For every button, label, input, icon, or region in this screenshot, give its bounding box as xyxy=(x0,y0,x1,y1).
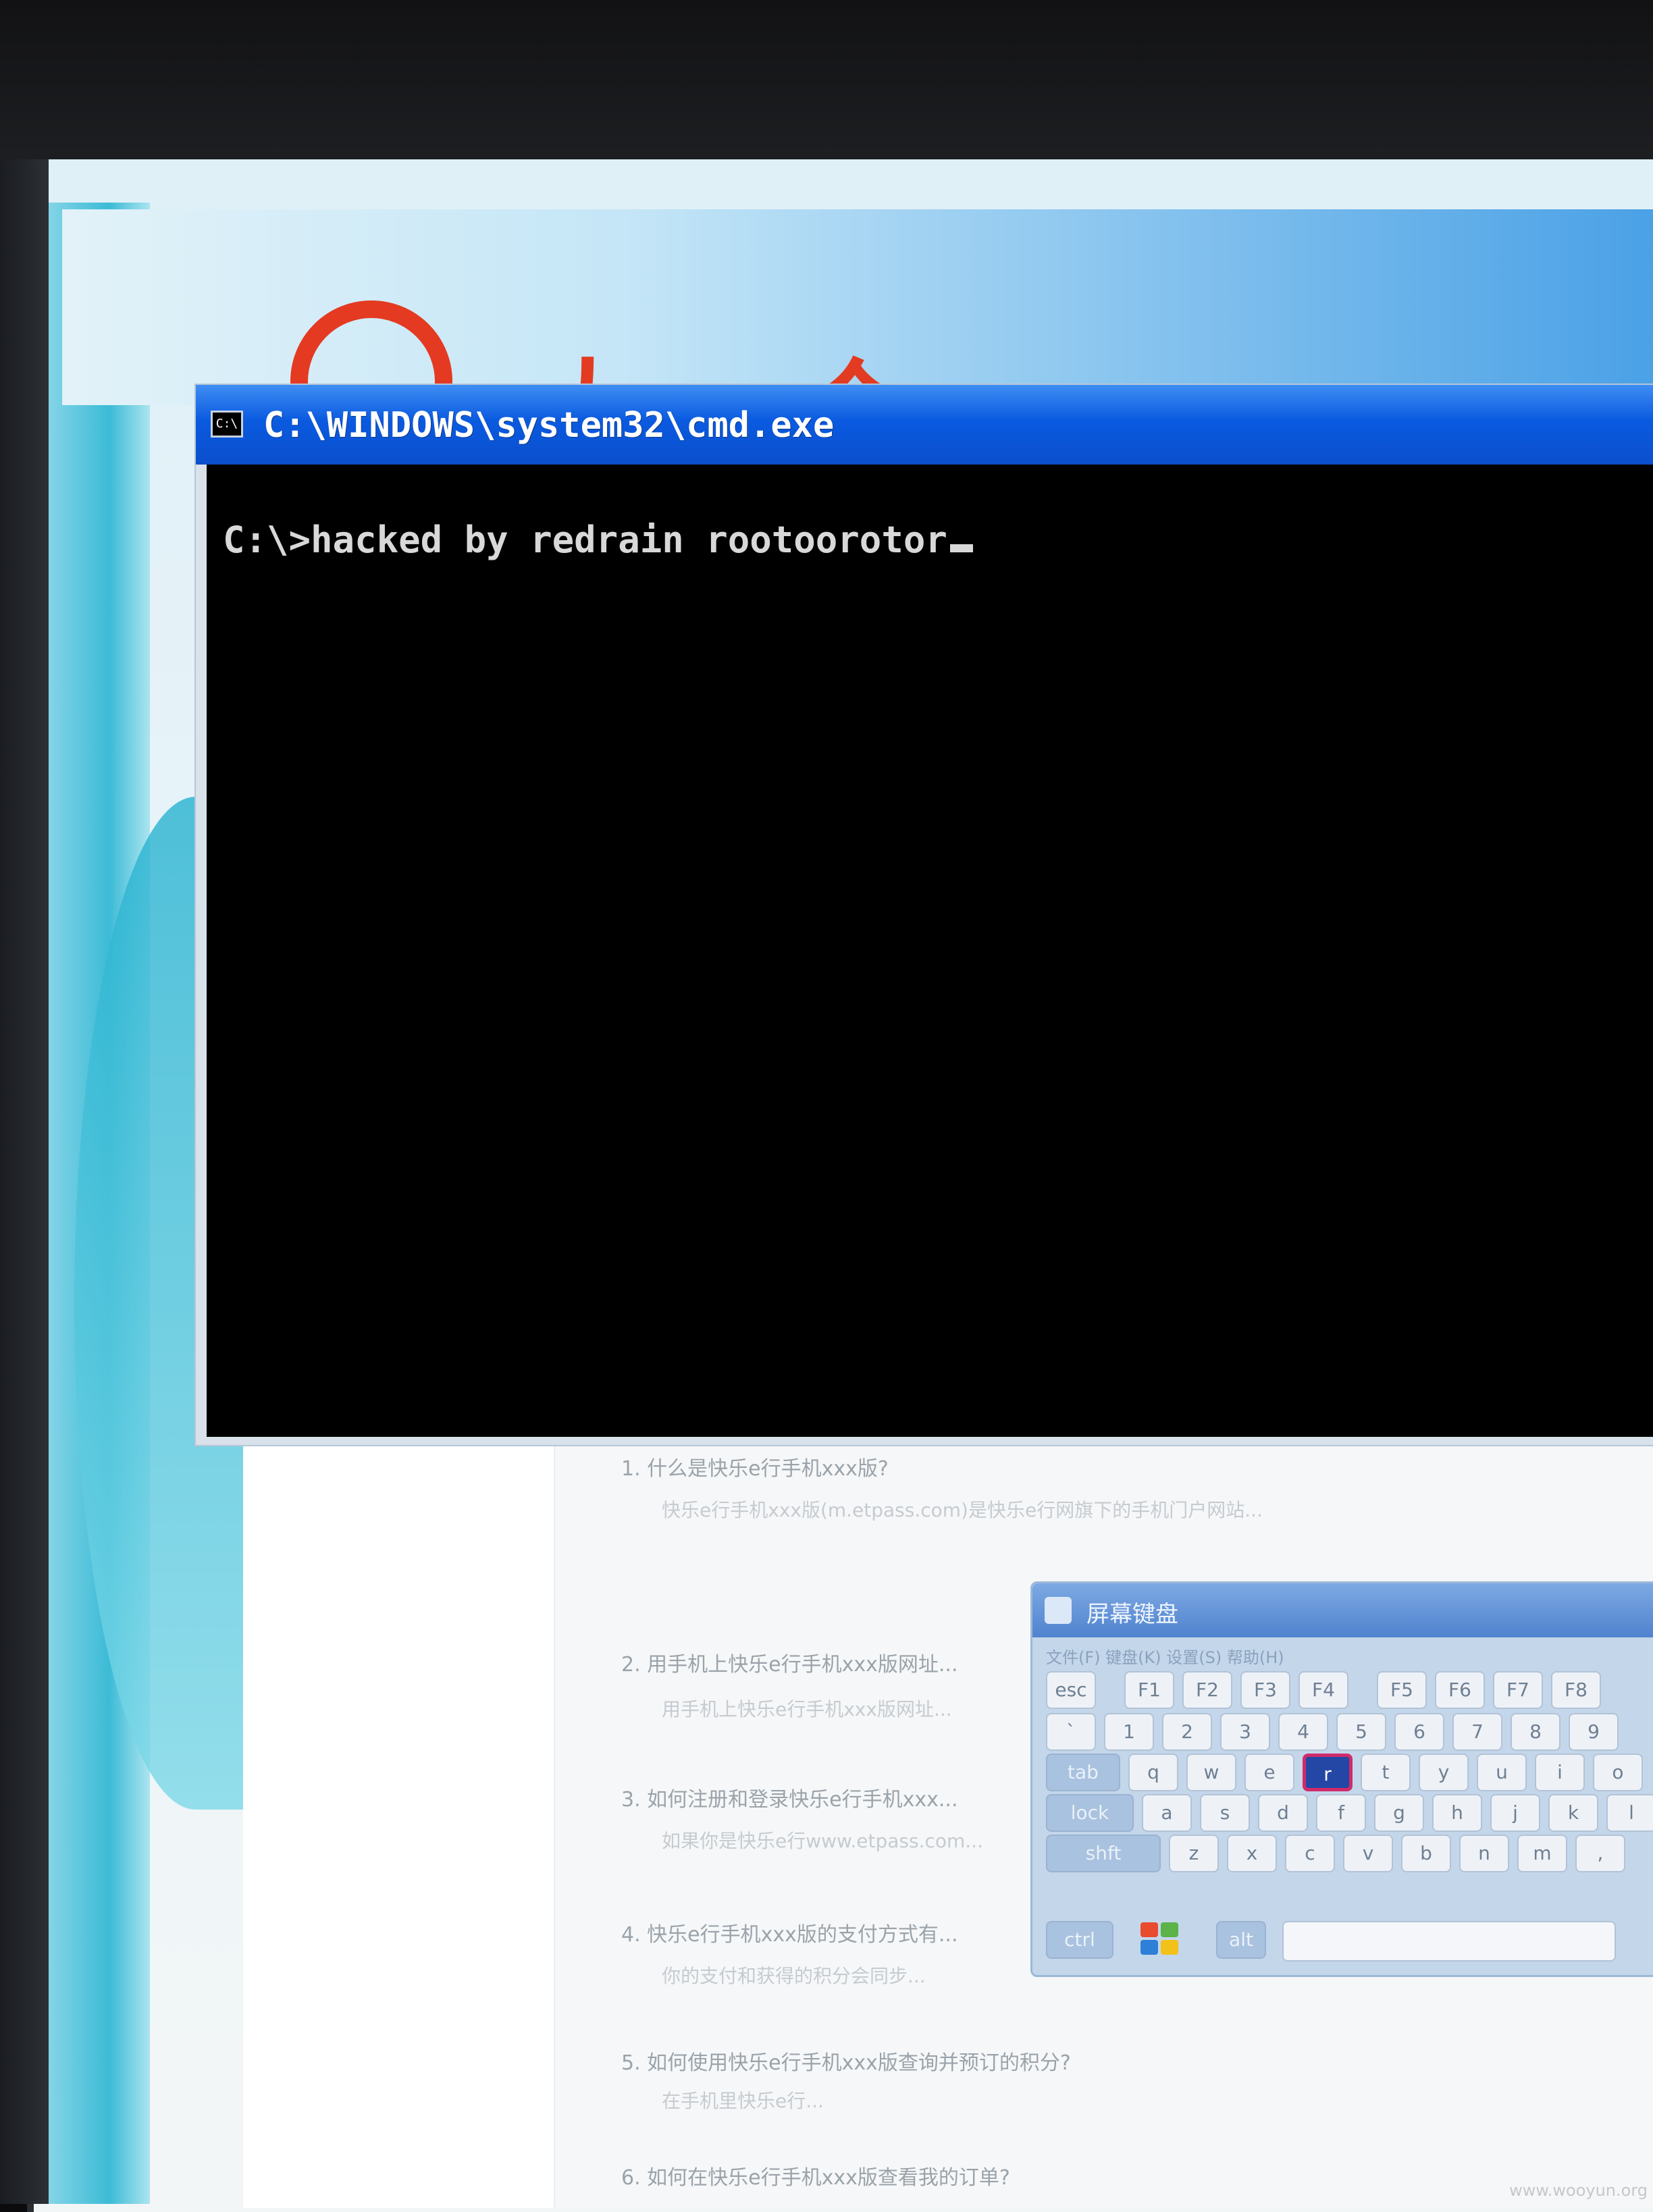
keyboard-key[interactable]: alt xyxy=(1216,1921,1266,1959)
keyboard-key[interactable]: m xyxy=(1517,1835,1567,1872)
cmd-window[interactable]: C:\ C:\WINDOWS\system32\cmd.exe C:\>hack… xyxy=(196,385,1653,1445)
keyboard-titlebar[interactable]: 屏幕键盘 xyxy=(1032,1583,1653,1637)
keyboard-key[interactable]: t xyxy=(1361,1754,1411,1791)
cmd-prompt-text: C:\>hacked by redrain rootoorotor xyxy=(223,519,947,561)
keyboard-key[interactable]: F1 xyxy=(1124,1671,1174,1709)
keyboard-key[interactable]: l xyxy=(1606,1794,1653,1832)
keyboard-key[interactable]: 4 xyxy=(1278,1713,1328,1751)
keyboard-key[interactable]: y xyxy=(1419,1754,1469,1791)
faq-question[interactable]: 6. 如何在快乐e行手机xxx版查看我的订单? xyxy=(621,2161,1010,2190)
keyboard-key[interactable]: g xyxy=(1374,1794,1424,1832)
keyboard-key[interactable]: v xyxy=(1343,1835,1393,1872)
faq-answer: 你的支付和获得的积分会同步... xyxy=(662,1965,926,1987)
keyboard-title: 屏幕键盘 xyxy=(1086,1601,1178,1628)
keyboard-key[interactable]: 3 xyxy=(1220,1713,1270,1751)
monitor-frame-left xyxy=(0,159,49,2204)
cmd-console[interactable]: C:\>hacked by redrain rootoorotor xyxy=(207,465,1653,1437)
keyboard-menu[interactable]: 文件(F) 键盘(K) 设置(S) 帮助(H) xyxy=(1046,1644,1284,1668)
keyboard-key[interactable]: x xyxy=(1227,1835,1277,1872)
faq-answer: 用手机上快乐e行手机xxx版网址... xyxy=(662,1698,952,1720)
keyboard-key[interactable]: s xyxy=(1200,1794,1250,1832)
keyboard-key[interactable]: e xyxy=(1244,1754,1294,1791)
keyboard-key[interactable]: j xyxy=(1490,1794,1540,1832)
keyboard-key[interactable]: shft xyxy=(1046,1835,1161,1872)
windows-logo-icon[interactable] xyxy=(1140,1922,1181,1956)
keyboard-key[interactable]: 7 xyxy=(1452,1713,1502,1751)
keyboard-key[interactable]: 9 xyxy=(1569,1713,1619,1751)
faq-question[interactable]: 3. 如何注册和登录快乐e行手机xxx... xyxy=(621,1783,958,1812)
keyboard-key[interactable]: F4 xyxy=(1298,1671,1348,1709)
keyboard-key[interactable]: o xyxy=(1593,1754,1643,1791)
keyboard-key[interactable]: , xyxy=(1575,1835,1625,1872)
keyboard-key[interactable]: q xyxy=(1128,1754,1178,1791)
faq-answer: 在手机里快乐e行... xyxy=(662,2090,824,2112)
watermark: www.wooyun.org xyxy=(1509,2181,1648,2200)
keyboard-key[interactable]: k xyxy=(1548,1794,1598,1832)
keyboard-key[interactable]: u xyxy=(1477,1754,1527,1791)
keyboard-key[interactable]: ctrl xyxy=(1046,1921,1113,1959)
faq-question[interactable]: 2. 用手机上快乐e行手机xxx版网址... xyxy=(621,1648,958,1677)
cmd-titlebar[interactable]: C:\ C:\WINDOWS\system32\cmd.exe xyxy=(196,385,1653,465)
keyboard-key[interactable]: w xyxy=(1186,1754,1236,1791)
keyboard-icon xyxy=(1045,1597,1072,1624)
keyboard-key[interactable]: n xyxy=(1459,1835,1509,1872)
faq-sidebar xyxy=(243,1445,555,2208)
keyboard-key[interactable]: 2 xyxy=(1162,1713,1212,1751)
keyboard-key[interactable]: F3 xyxy=(1240,1671,1290,1709)
keyboard-key[interactable]: a xyxy=(1142,1794,1192,1832)
keyboard-key[interactable]: ` xyxy=(1046,1713,1096,1751)
cmd-prompt-line: C:\>hacked by redrain rootoorotor xyxy=(223,519,973,561)
keyboard-key[interactable]: 8 xyxy=(1511,1713,1560,1751)
keyboard-key[interactable]: b xyxy=(1401,1835,1451,1872)
keyboard-key[interactable]: lock xyxy=(1046,1794,1134,1832)
terminal-icon[interactable]: C:\ xyxy=(211,411,243,438)
keyboard-key[interactable]: c xyxy=(1285,1835,1335,1872)
faq-question[interactable]: 4. 快乐e行手机xxx版的支付方式有... xyxy=(621,1918,958,1947)
keyboard-key[interactable]: f xyxy=(1316,1794,1366,1832)
faq-question[interactable]: 5. 如何使用快乐e行手机xxx版查询并预订的积分? xyxy=(621,2046,1071,2076)
keyboard-key[interactable]: F2 xyxy=(1182,1671,1232,1709)
keyboard-key[interactable]: h xyxy=(1432,1794,1482,1832)
keyboard-key[interactable]: esc xyxy=(1046,1671,1096,1709)
keyboard-key[interactable]: F8 xyxy=(1551,1671,1601,1709)
cursor-icon xyxy=(949,544,973,552)
keyboard-key-space[interactable] xyxy=(1282,1921,1616,1961)
keyboard-key[interactable]: d xyxy=(1258,1794,1308,1832)
on-screen-keyboard[interactable]: 屏幕键盘 文件(F) 键盘(K) 设置(S) 帮助(H) esc F1 F2 F3 F4… xyxy=(1030,1581,1653,1977)
keyboard-key[interactable]: F7 xyxy=(1493,1671,1543,1709)
keyboard-key[interactable]: i xyxy=(1535,1754,1585,1791)
keyboard-key[interactable]: F6 xyxy=(1435,1671,1485,1709)
faq-question[interactable]: 1. 什么是快乐e行手机xxx版? xyxy=(621,1452,889,1481)
keyboard-key[interactable]: F5 xyxy=(1377,1671,1427,1709)
keyboard-key[interactable]: 6 xyxy=(1394,1713,1444,1751)
keyboard-key[interactable]: 1 xyxy=(1104,1713,1154,1751)
faq-answer: 快乐e行手机xxx版(m.etpass.com)是快乐e行网旗下的手机门户网站.… xyxy=(662,1499,1263,1521)
keyboard-key[interactable]: tab xyxy=(1046,1754,1120,1791)
keyboard-key[interactable]: r xyxy=(1303,1754,1353,1791)
faq-answer: 如果你是快乐e行www.etpass.com... xyxy=(662,1830,983,1852)
keyboard-key[interactable]: 5 xyxy=(1336,1713,1386,1751)
keyboard-key[interactable]: z xyxy=(1169,1835,1219,1872)
monitor-bezel xyxy=(0,0,1653,169)
cmd-window-title: C:\WINDOWS\system32\cmd.exe xyxy=(263,405,835,446)
